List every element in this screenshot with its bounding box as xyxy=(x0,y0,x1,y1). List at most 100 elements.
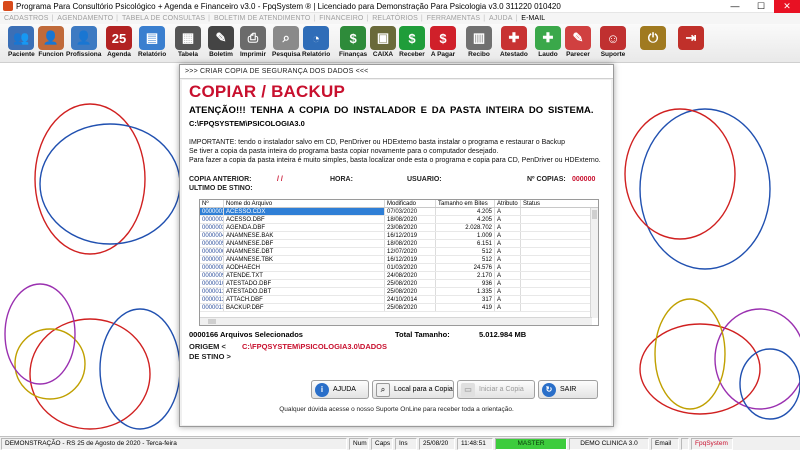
col-status[interactable]: Status xyxy=(521,200,591,207)
toolbar-button[interactable]: ▥ Recibo xyxy=(466,26,492,58)
dialog-title: >>> CRIAR COPIA DE SEGURANÇA DOS DADOS <… xyxy=(180,65,613,79)
table-cell: 2.170 xyxy=(436,272,495,279)
total-size-value: 5.012.984 MB xyxy=(479,330,527,339)
toolbar-button-label: Suporte xyxy=(600,51,626,58)
table-cell xyxy=(521,232,591,239)
finance-icon: $ xyxy=(340,26,367,50)
toolbar-button[interactable]: 25 Agenda xyxy=(106,26,132,58)
toolbar-button[interactable]: ▦ Tabela xyxy=(175,26,201,58)
table-row[interactable]: 0000002 ACESSO.DBF 18/08/2020 4.205 A xyxy=(200,216,598,224)
table-row[interactable]: 0000004 ANAMNESE.BAK 16/12/2019 1.009 A xyxy=(200,232,598,240)
table-cell: A xyxy=(495,264,521,271)
menu-item[interactable]: CADASTROS xyxy=(4,15,48,22)
toolbar-button-label: Recibo xyxy=(468,51,490,58)
table-row[interactable]: 0000011 ATESTADO.DBT 25/08/2020 1.335 A xyxy=(200,288,598,296)
table-cell: 6.151 xyxy=(436,240,495,247)
table-cell: 12/07/2020 xyxy=(385,248,436,255)
close-button[interactable]: ✕ xyxy=(774,0,800,13)
table-row[interactable]: 0000006 ANAMNESE.DBT 12/07/2020 512 A xyxy=(200,248,598,256)
toolbar-button[interactable]: ✚ Atestado xyxy=(500,26,528,58)
maximize-button[interactable]: ☐ xyxy=(748,0,774,13)
table-cell: 07/03/2020 xyxy=(385,208,436,215)
toolbar-button-label: Tabela xyxy=(177,51,199,58)
table-cell: 0000003 xyxy=(202,224,224,231)
toolbar-button[interactable]: ⏻ xyxy=(640,26,666,51)
table-cell: A xyxy=(495,256,521,263)
scroll-thumb[interactable] xyxy=(592,210,597,219)
toolbar-button[interactable]: ✚ Laudo xyxy=(535,26,561,58)
certificate-icon: ✚ xyxy=(500,26,527,50)
col-number[interactable]: Nº xyxy=(200,200,224,207)
start-copy-button[interactable]: ▭ Iniciar a Copia xyxy=(457,380,535,399)
table-row[interactable]: 0000007 ANAMNESE.TBK 16/12/2019 512 A xyxy=(200,256,598,264)
col-attribute[interactable]: Atributo xyxy=(495,200,521,207)
table-row[interactable]: 0000013 BACKUP.DBF 25/08/2020 419 A xyxy=(200,304,598,312)
menu-item[interactable]: RELATÓRIOS xyxy=(372,15,418,22)
toolbar-button[interactable]: ✎ Boletim xyxy=(208,26,234,58)
copy-location-button[interactable]: ⌕ Local para a Copia xyxy=(372,380,454,399)
toolbar-button[interactable]: ✎ Parecer xyxy=(565,26,591,58)
copy-location-label: Local para a Copia xyxy=(394,386,453,393)
table-row[interactable]: 0000001 ACESSO.CDX 07/03/2020 4.205 A xyxy=(200,208,598,216)
table-cell: A xyxy=(495,216,521,223)
table-row[interactable]: 0000012 ATTACH.DBF 24/10/2014 317 A xyxy=(200,296,598,304)
table-cell: BACKUP.DBF xyxy=(224,304,385,311)
minimize-button[interactable]: — xyxy=(722,0,748,13)
menu-item[interactable]: BOLETIM DE ATENDIMENTO xyxy=(214,15,310,22)
table-cell: A xyxy=(495,288,521,295)
menu-separator: | xyxy=(313,15,316,22)
toolbar-button[interactable]: ⎙ Imprimir xyxy=(240,26,266,58)
grid-horizontal-scrollbar[interactable] xyxy=(200,317,592,325)
toolbar-button[interactable]: ▤ Relatório xyxy=(138,26,166,58)
toolbar-button[interactable]: ⇥ xyxy=(678,26,704,51)
table-row[interactable]: 0000003 AGENDA.DBF 23/08/2020 2.028.702 A xyxy=(200,224,598,232)
toolbar-button-label: Receber xyxy=(399,51,425,58)
toolbar-button[interactable]: 👤 Funcion xyxy=(38,26,64,58)
copy-icon: ▭ xyxy=(461,382,475,397)
help-button[interactable]: i AJUDA xyxy=(311,380,369,399)
exit-button[interactable]: ↻ SAIR xyxy=(538,380,598,399)
status-ins: Ins xyxy=(395,437,417,450)
table-row[interactable]: 0000005 ANAMNESE.DBF 18/08/2020 6.151 A xyxy=(200,240,598,248)
grid-vertical-scrollbar[interactable] xyxy=(590,208,598,318)
table-cell: ANAMNESE.BAK xyxy=(224,232,385,239)
toolbar-button[interactable]: 👤 Profissiona xyxy=(66,26,101,58)
table-cell: 25/08/2020 xyxy=(385,280,436,287)
toolbar-button[interactable]: ⌕ Pesquisa xyxy=(272,26,301,58)
menu-item[interactable]: AGENDAMENTO xyxy=(57,15,113,22)
table-row[interactable]: 0000009 ATENDE.TXT 24/08/2020 2.170 A xyxy=(200,272,598,280)
table-cell xyxy=(521,256,591,263)
toolbar-button[interactable]: ☺ Suporte xyxy=(600,26,626,58)
grid-body: 0000001 ACESSO.CDX 07/03/2020 4.205 A 0000002… xyxy=(200,208,598,312)
toolbar-button[interactable]: ▣ CAIXA xyxy=(370,26,396,58)
support-note: Qualquer dúvida acesse o nosso Suporte O… xyxy=(279,406,514,413)
table-row[interactable]: 0000008 AODHAECH 01/03/2020 24.576 A xyxy=(200,264,598,272)
menu-item[interactable]: E-MAIL xyxy=(521,15,545,22)
toolbar-button[interactable]: $ A Pagar xyxy=(430,26,456,58)
toolbar-button[interactable]: 👥 Paciente xyxy=(8,26,35,58)
toolbar-button[interactable]: $ Receber xyxy=(399,26,425,58)
files-grid[interactable]: Nº Nome do Arquivo Modificado Tamanho em… xyxy=(199,199,599,326)
hour-label: HORA: xyxy=(330,176,353,183)
col-modified[interactable]: Modificado xyxy=(385,200,436,207)
table-row[interactable]: 0000010 ATESTADO.DBF 25/08/2020 936 A xyxy=(200,280,598,288)
col-size[interactable]: Tamanho em Bites xyxy=(436,200,495,207)
table-cell xyxy=(521,288,591,295)
system-path: C:\FPQSYSTEM\PSICOLOGIA3.0 xyxy=(189,119,305,128)
menu-item[interactable]: FINANCEIRO xyxy=(319,15,363,22)
table-cell: 512 xyxy=(436,256,495,263)
toolbar-button[interactable]: $ Finanças xyxy=(339,26,367,58)
table-cell: 0000012 xyxy=(202,296,224,303)
menu-item[interactable]: FERRAMENTAS xyxy=(427,15,480,22)
scroll-thumb[interactable] xyxy=(208,319,216,324)
menu-separator: | xyxy=(116,15,118,22)
table-cell xyxy=(521,304,591,311)
menu-item[interactable]: AJUDA xyxy=(489,15,512,22)
table-cell: 0000009 xyxy=(202,272,224,279)
menu-item[interactable]: TABELA DE CONSULTAS xyxy=(122,15,205,22)
table-cell: 0000006 xyxy=(202,248,224,255)
col-file-name[interactable]: Nome do Arquivo xyxy=(224,200,385,207)
toolbar-button-label: Finanças xyxy=(339,51,368,58)
toolbar-button[interactable]: ◔ Relatório xyxy=(302,26,330,58)
table-cell xyxy=(521,280,591,287)
